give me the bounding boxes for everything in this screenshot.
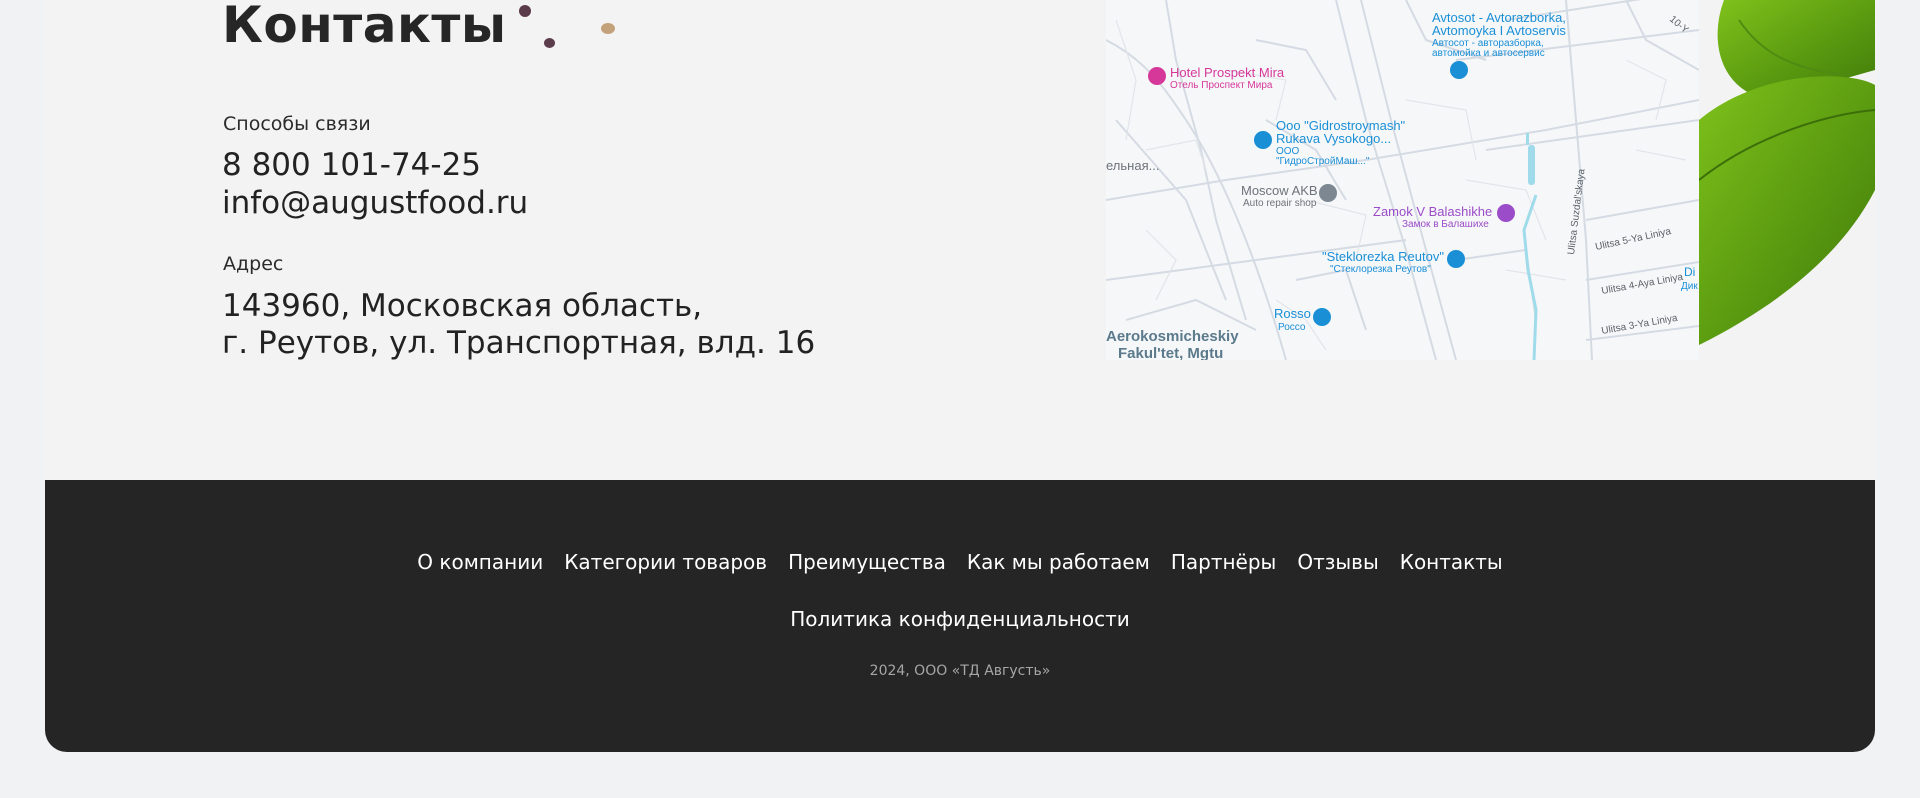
hotel-pin-icon[interactable] xyxy=(1148,67,1166,85)
phone-number[interactable]: 8 800 101-74-25 xyxy=(222,147,481,184)
map-canvas: Avtosot - Avtorazborka, Avtomoyka I Avto… xyxy=(1106,0,1699,360)
castle-pin-icon[interactable] xyxy=(1497,204,1515,222)
policy-row: Политика конфиденциальности xyxy=(45,607,1875,631)
map-label: "Стеклорезка Реутов" xyxy=(1330,264,1431,275)
footer-nav: О компании Категории товаров Преимуществ… xyxy=(45,550,1875,574)
map-label: Moscow AKB xyxy=(1241,183,1318,198)
address-label: Адрес xyxy=(223,253,284,275)
map-label: Avtomoyka I Avtoservis xyxy=(1432,23,1566,38)
address-line-2: г. Реутов, ул. Транспортная, влд. 16 xyxy=(222,325,816,361)
map-label: Aerokosmicheskiy xyxy=(1106,328,1239,345)
shop-pin-icon[interactable] xyxy=(1254,131,1272,149)
map-label: автомойка и автосервис xyxy=(1432,48,1545,59)
footer-link-advantages[interactable]: Преимущества xyxy=(778,550,957,574)
shop-pin-icon[interactable] xyxy=(1450,61,1468,79)
location-map[interactable]: Avtosot - Avtorazborka, Avtomoyka I Avto… xyxy=(1106,0,1699,360)
privacy-policy-link[interactable]: Политика конфиденциальности xyxy=(790,607,1130,631)
contacts-section: Контакты Способы связи 8 800 101-74-25 i… xyxy=(45,0,1875,480)
map-label: Di xyxy=(1684,265,1695,279)
map-label: "ГидроСтройМаш..." xyxy=(1276,156,1370,167)
map-label: Hotel Prospekt Mira xyxy=(1170,65,1285,80)
map-label: Отель Проспект Мира xyxy=(1170,80,1273,91)
footer-link-partners[interactable]: Партнёры xyxy=(1160,550,1287,574)
footer-link-how-we-work[interactable]: Как мы работаем xyxy=(956,550,1160,574)
page-card: Контакты Способы связи 8 800 101-74-25 i… xyxy=(45,0,1875,752)
email-address[interactable]: info@augustfood.ru xyxy=(222,185,528,222)
map-label: Zamok V Balashikhe xyxy=(1373,204,1492,219)
contact-methods-label: Способы связи xyxy=(223,113,371,135)
map-label: Дик xyxy=(1681,281,1698,292)
address-line-1: 143960, Московская область, xyxy=(222,288,703,324)
decorative-leaf xyxy=(1699,0,1875,345)
shop-pin-icon[interactable] xyxy=(1313,308,1331,326)
footer-link-about[interactable]: О компании xyxy=(407,550,554,574)
repair-pin-icon[interactable] xyxy=(1319,184,1337,202)
shop-pin-icon[interactable] xyxy=(1447,250,1465,268)
site-footer: О компании Категории товаров Преимуществ… xyxy=(45,480,1875,752)
contacts-title: Контакты xyxy=(222,0,507,54)
map-label: Fakul'tet, Mgtu xyxy=(1118,345,1223,360)
map-label: Россо xyxy=(1278,322,1306,333)
decorative-crumb xyxy=(601,23,615,34)
copyright-text: 2024, ООО «ТД Августь» xyxy=(869,663,1051,679)
map-label: Rosso xyxy=(1274,306,1311,321)
map-label: "Steklorezka Reutov" xyxy=(1322,249,1444,264)
map-label: ельная... xyxy=(1106,158,1159,173)
decorative-crumb xyxy=(544,38,555,48)
footer-link-categories[interactable]: Категории товаров xyxy=(554,550,778,574)
map-label: Rukava Vysokogo... xyxy=(1276,131,1391,146)
footer-link-contacts[interactable]: Контакты xyxy=(1389,550,1513,574)
footer-link-reviews[interactable]: Отзывы xyxy=(1287,550,1389,574)
map-label: Ulitsa 5-Ya Liniya xyxy=(1594,226,1672,253)
decorative-crumb xyxy=(519,5,531,17)
map-label: Замок в Балашихе xyxy=(1402,219,1489,230)
map-label: Auto repair shop xyxy=(1243,198,1317,209)
